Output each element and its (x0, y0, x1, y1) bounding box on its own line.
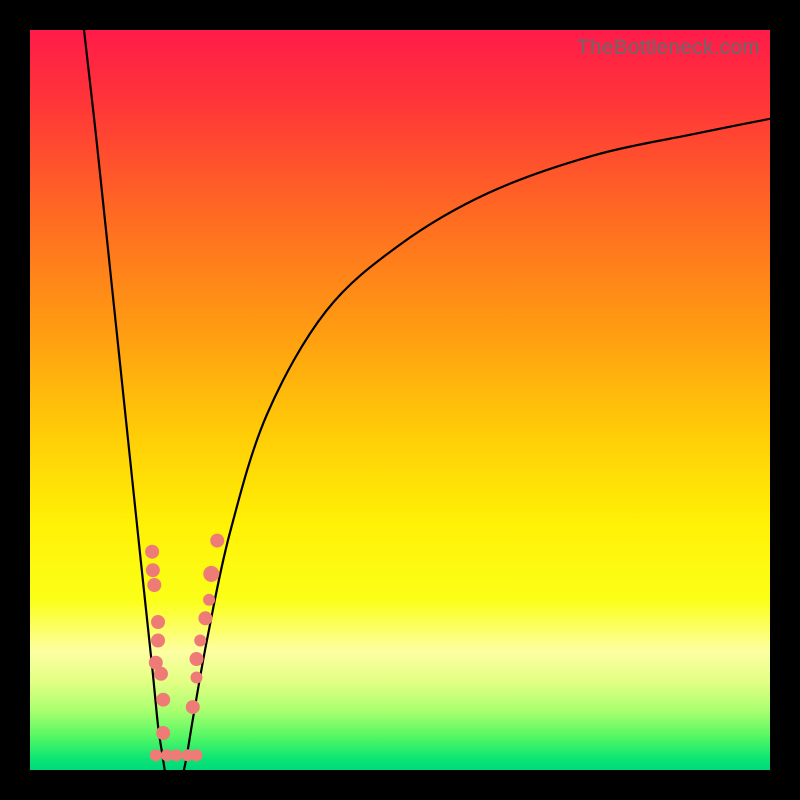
marker-dot (203, 594, 215, 606)
marker-group (145, 534, 224, 762)
marker-dot (147, 578, 161, 592)
marker-dot (210, 534, 224, 548)
marker-dot (156, 693, 170, 707)
marker-dot (156, 726, 170, 740)
marker-dot (154, 667, 168, 681)
marker-dot (171, 749, 183, 761)
marker-dot (203, 566, 219, 582)
marker-dot (150, 749, 162, 761)
marker-dot (151, 615, 165, 629)
marker-dot (191, 672, 203, 684)
curve-right (184, 119, 770, 770)
marker-dot (151, 634, 165, 648)
marker-dot (198, 611, 212, 625)
marker-dot (190, 652, 204, 666)
marker-dot (145, 545, 159, 559)
marker-dot (191, 749, 203, 761)
marker-dot (194, 635, 206, 647)
plot-area: TheBottleneck.com (30, 30, 770, 770)
bottleneck-curve (30, 30, 770, 770)
chart-frame: TheBottleneck.com (0, 0, 800, 800)
marker-dot (146, 563, 160, 577)
marker-dot (186, 700, 200, 714)
